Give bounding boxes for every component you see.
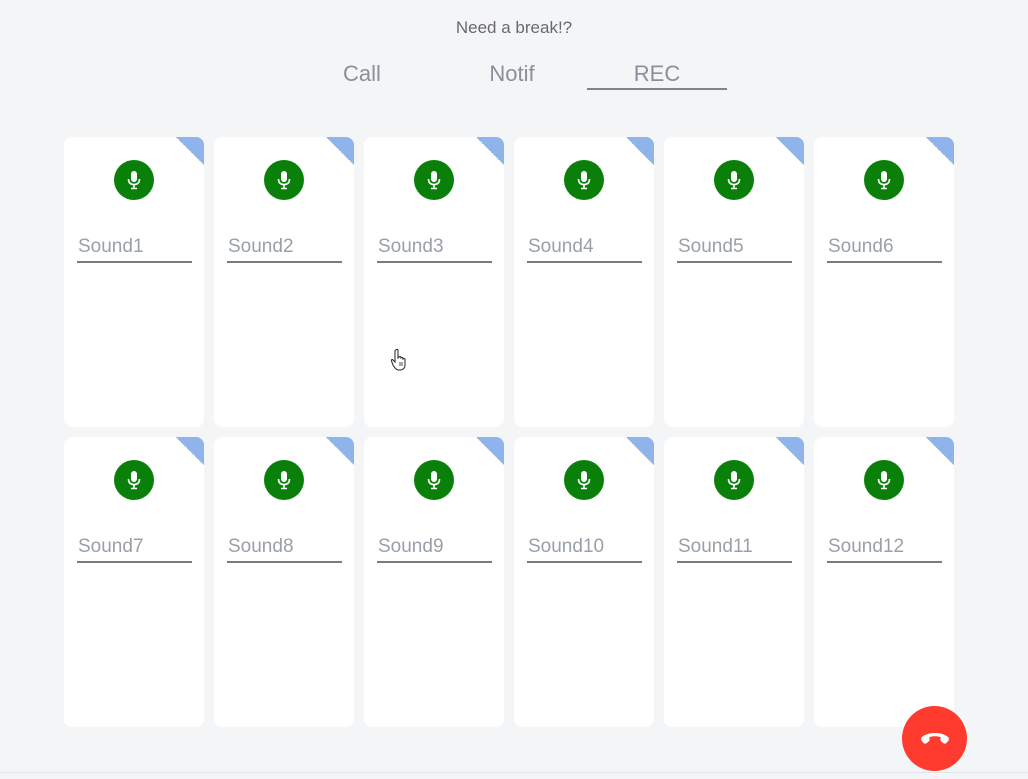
record-button[interactable]	[714, 160, 754, 200]
sound-card	[64, 437, 204, 727]
tab-bar: Call Notif REC	[292, 58, 742, 92]
corner-flag-icon[interactable]	[776, 137, 804, 165]
corner-flag-icon[interactable]	[926, 437, 954, 465]
sound-card	[664, 437, 804, 727]
record-button[interactable]	[264, 160, 304, 200]
sound-name-input[interactable]	[827, 533, 942, 563]
microphone-icon	[277, 471, 291, 490]
phone-hangup-icon	[920, 732, 949, 744]
sound-card	[664, 137, 804, 427]
record-button[interactable]	[114, 160, 154, 200]
sound-card	[214, 137, 354, 427]
microphone-icon	[427, 171, 441, 190]
tab-call[interactable]: Call	[292, 58, 432, 90]
corner-flag-icon[interactable]	[326, 137, 354, 165]
corner-flag-icon[interactable]	[926, 137, 954, 165]
microphone-icon	[727, 471, 741, 490]
microphone-icon	[877, 171, 891, 190]
sound-name-input[interactable]	[677, 233, 792, 263]
sound-grid	[64, 137, 964, 727]
sound-card	[814, 137, 954, 427]
bottom-divider	[0, 772, 1028, 773]
corner-flag-icon[interactable]	[176, 137, 204, 165]
microphone-icon	[577, 471, 591, 490]
corner-flag-icon[interactable]	[326, 437, 354, 465]
record-button[interactable]	[564, 160, 604, 200]
corner-flag-icon[interactable]	[476, 137, 504, 165]
sound-card	[214, 437, 354, 727]
sound-card	[514, 137, 654, 427]
corner-flag-icon[interactable]	[476, 437, 504, 465]
microphone-icon	[127, 171, 141, 190]
microphone-icon	[877, 471, 891, 490]
sound-name-input[interactable]	[677, 533, 792, 563]
sound-name-input[interactable]	[527, 533, 642, 563]
hangup-button[interactable]	[902, 706, 967, 771]
record-button[interactable]	[564, 460, 604, 500]
microphone-icon	[277, 171, 291, 190]
page-title: Need a break!?	[455, 18, 573, 37]
sound-card	[364, 437, 504, 727]
record-button[interactable]	[414, 460, 454, 500]
corner-flag-icon[interactable]	[626, 437, 654, 465]
sound-card	[814, 437, 954, 727]
record-button[interactable]	[414, 160, 454, 200]
sound-name-input[interactable]	[527, 233, 642, 263]
sound-name-input[interactable]	[377, 233, 492, 263]
sound-name-input[interactable]	[77, 533, 192, 563]
sound-card	[364, 137, 504, 427]
microphone-icon	[577, 171, 591, 190]
corner-flag-icon[interactable]	[176, 437, 204, 465]
corner-flag-icon[interactable]	[626, 137, 654, 165]
tab-notif[interactable]: Notif	[442, 58, 582, 90]
record-button[interactable]	[264, 460, 304, 500]
sound-name-input[interactable]	[377, 533, 492, 563]
microphone-icon	[427, 471, 441, 490]
sound-card	[64, 137, 204, 427]
hand-cursor-icon	[390, 348, 406, 371]
sound-name-input[interactable]	[77, 233, 192, 263]
sound-card	[514, 437, 654, 727]
record-button[interactable]	[864, 160, 904, 200]
tab-rec[interactable]: REC	[587, 58, 727, 90]
sound-name-input[interactable]	[827, 233, 942, 263]
record-button[interactable]	[864, 460, 904, 500]
record-button[interactable]	[114, 460, 154, 500]
microphone-icon	[127, 471, 141, 490]
sound-name-input[interactable]	[227, 533, 342, 563]
sound-name-input[interactable]	[227, 233, 342, 263]
record-button[interactable]	[714, 460, 754, 500]
corner-flag-icon[interactable]	[776, 437, 804, 465]
microphone-icon	[727, 171, 741, 190]
